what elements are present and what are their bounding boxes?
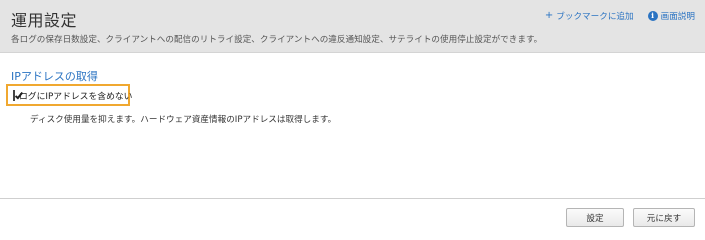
exclude-ip-checkbox-label[interactable]: ログにIPアドレスを含めない	[19, 89, 132, 102]
section-title: IPアドレスの取得	[11, 70, 98, 83]
page-title: 運用設定	[11, 11, 78, 30]
page-header: 運用設定 各ログの保存日数設定、クライアントへの配信のリトライ設定、クライアント…	[0, 0, 705, 53]
add-bookmark-label: ブックマークに追加	[556, 12, 634, 22]
screen-help-label: 画面説明	[660, 12, 695, 22]
header-links: + ブックマークに追加 i 画面説明	[544, 10, 695, 23]
exclude-ip-help-text: ディスク使用量を抑えます。ハードウェア資産情報のIPアドレスは取得します。	[30, 115, 337, 125]
info-icon: i	[647, 11, 658, 21]
exclude-ip-checkbox[interactable]	[13, 89, 24, 101]
footer-divider	[0, 198, 705, 199]
screen-help-link[interactable]: i 画面説明	[647, 10, 695, 22]
page-description: 各ログの保存日数設定、クライアントへの配信のリトライ設定、クライアントへの違反通…	[11, 35, 543, 45]
save-button[interactable]: 設定	[566, 208, 624, 227]
exclude-ip-checkbox-row[interactable]: ログにIPアドレスを含めない	[6, 84, 132, 106]
reset-button[interactable]: 元に戻す	[633, 208, 695, 227]
add-bookmark-link[interactable]: + ブックマークに追加	[544, 10, 634, 23]
plus-icon: +	[544, 10, 554, 21]
